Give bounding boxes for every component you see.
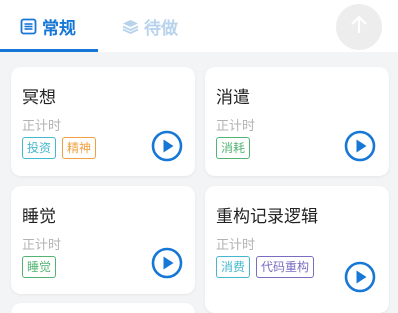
tag: 睡觉 [22,256,57,278]
tag: 精神 [62,137,97,159]
list-icon [20,18,37,35]
tag-list: 消费 代码重构 [216,256,326,278]
start-timer-button[interactable] [151,247,183,283]
timer-type: 正计时 [216,238,256,253]
tab-todo[interactable]: 待做 [122,12,178,40]
top-tab-bar: 常规 待做 [0,0,398,52]
timer-type: 正计时 [22,238,62,253]
play-icon [344,261,376,297]
tab-regular-label: 常规 [42,18,76,39]
play-icon [151,247,183,283]
task-card[interactable]: 重构记录逻辑 正计时 消费 代码重构 [205,186,389,313]
start-timer-button[interactable] [344,130,376,166]
task-card[interactable]: 消遣 正计时 消耗 [205,67,389,176]
tag: 消耗 [216,137,251,159]
task-card[interactable]: 睡觉 正计时 睡觉 [11,186,195,294]
arrow-up-icon [347,13,371,41]
timer-type: 正计时 [216,119,256,134]
tag: 投资 [22,137,57,159]
task-card[interactable]: 冥想 正计时 投资 精神 [11,67,195,176]
tab-todo-label: 待做 [144,18,178,39]
tag: 消费 [216,256,251,278]
tag-list: 投资 精神 [22,137,152,159]
tag-list: 消耗 [216,137,346,159]
start-timer-button[interactable] [344,261,376,297]
timer-type: 正计时 [22,119,62,134]
task-title: 睡觉 [22,207,56,227]
task-card-partial[interactable] [11,303,195,313]
tag-list: 睡觉 [22,256,152,278]
play-icon [151,130,183,166]
active-tab-indicator [0,49,98,52]
task-title: 消遣 [216,88,250,108]
tab-regular[interactable]: 常规 [20,12,76,40]
task-title: 重构记录逻辑 [216,207,318,227]
tag: 代码重构 [256,256,315,278]
play-icon [344,130,376,166]
task-title: 冥想 [22,88,56,108]
layers-icon [122,18,139,35]
start-timer-button[interactable] [151,130,183,166]
scroll-top-button[interactable] [336,4,382,50]
